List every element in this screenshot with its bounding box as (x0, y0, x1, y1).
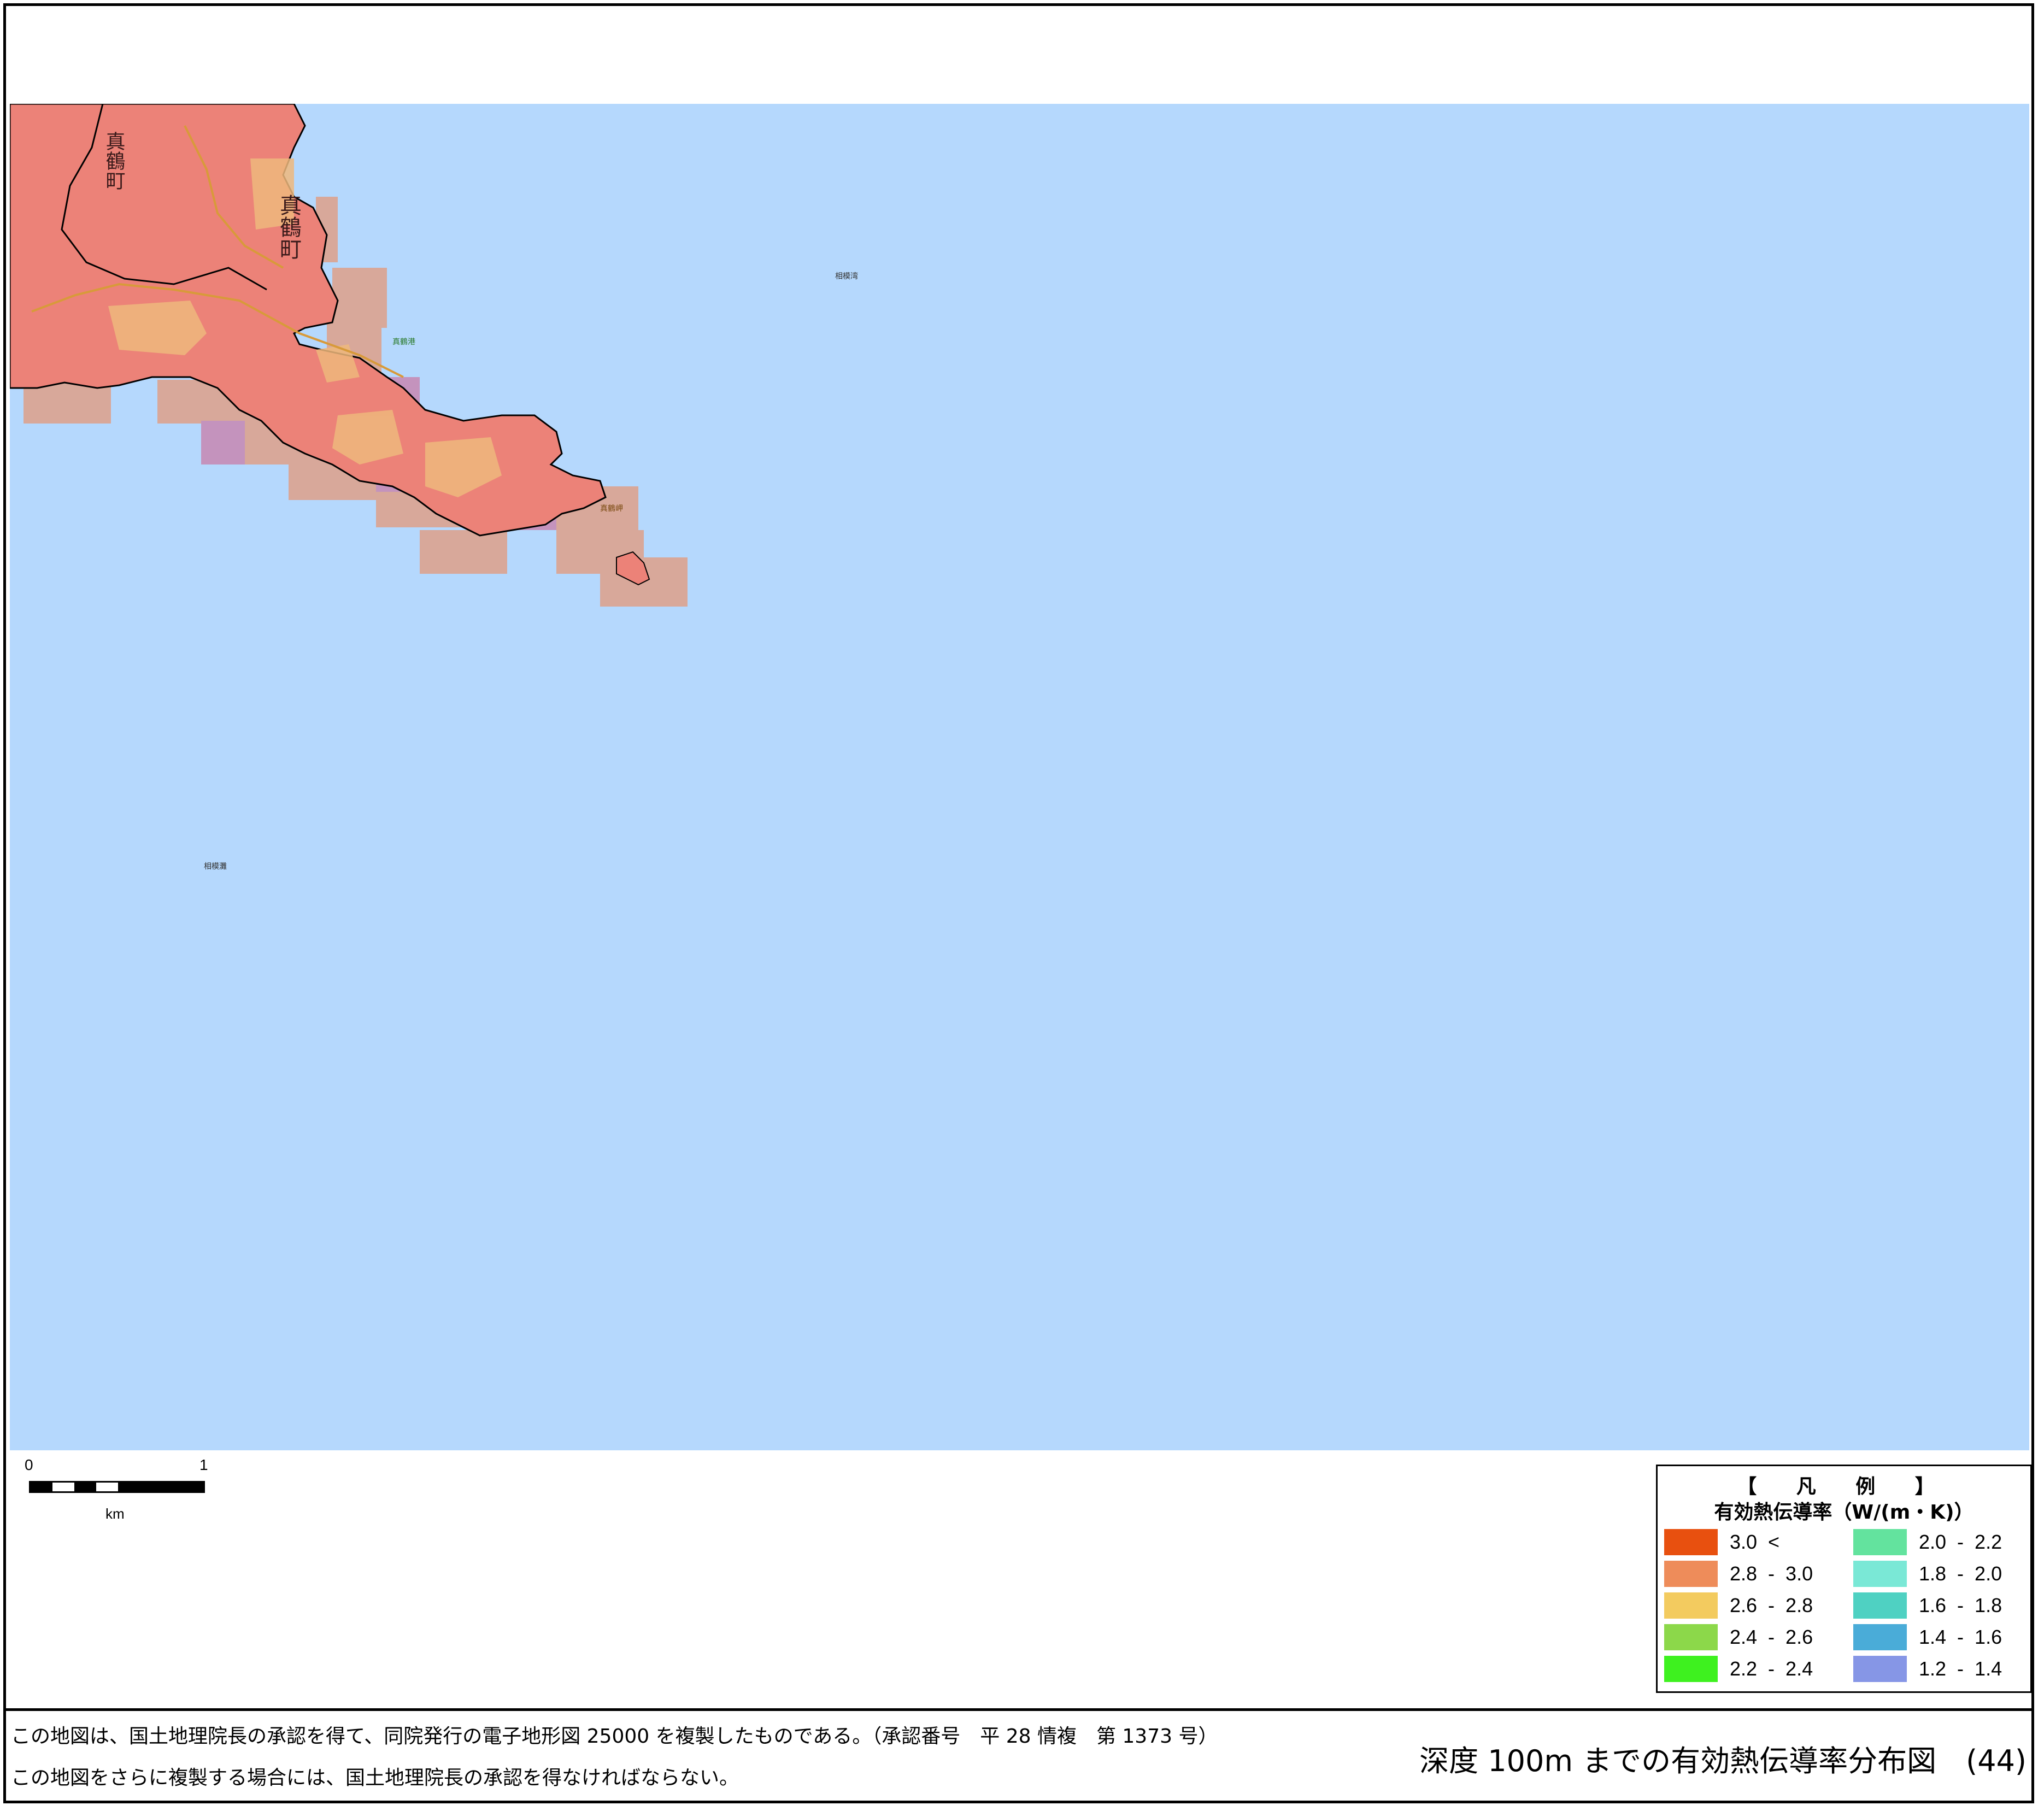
scale-tick-start: 0 (25, 1456, 33, 1473)
footer-divider (3, 1708, 2034, 1711)
bay-label: 相模湾 (835, 272, 858, 281)
grid-cell (420, 530, 507, 574)
legend-item: 1.8 - 2.0 (1853, 1558, 2002, 1590)
legend-label: 1.8 - 2.0 (1919, 1562, 2002, 1585)
legend-label: 2.8 - 3.0 (1730, 1562, 1813, 1585)
legend-label: 1.6 - 1.8 (1919, 1594, 2002, 1616)
legend-swatch (1664, 1561, 1718, 1587)
legend: 【 凡 例 】 有効熱伝導率（W/(m・K)） 3.0 < 2.8 - 3.0 2.… (1656, 1465, 2032, 1693)
legend-label: 2.4 - 2.6 (1730, 1626, 1813, 1648)
legend-label: 2.2 - 2.4 (1730, 1657, 1813, 1680)
sheet-title: 深度 100m までの有効熱伝導率分布図 (44) (1419, 1744, 2027, 1778)
legend-column-right: 2.0 - 2.2 1.8 - 2.0 1.6 - 1.8 1.4 - 1.6 1.2 … (1853, 1526, 2002, 1685)
legend-swatch (1664, 1592, 1718, 1619)
legend-item: 1.6 - 1.8 (1853, 1590, 2002, 1621)
legend-swatch (1664, 1656, 1718, 1682)
grid-cell (332, 268, 387, 328)
copyright-note-1: この地図は、国土地理院長の承認を得て、同院発行の電子地形図 25000 を複製し… (11, 1725, 1218, 1748)
scale-segment (74, 1483, 96, 1491)
legend-title: 【 凡 例 】 (1737, 1475, 1951, 1498)
legend-item: 2.6 - 2.8 (1664, 1590, 1813, 1621)
legend-item: 1.2 - 1.4 (1853, 1653, 2002, 1685)
legend-label: 1.4 - 1.6 (1919, 1626, 2002, 1648)
map-sheet: 真鶴町 真鶴町 相模湾 相模灘 真鶴港 真鶴岬 0 1 km 【 凡 例 】 有… (0, 0, 2044, 1811)
legend-swatch (1853, 1656, 1907, 1682)
scale-tick-end: 1 (199, 1456, 208, 1473)
legend-label: 1.2 - 1.4 (1919, 1657, 2002, 1680)
legend-swatch (1853, 1624, 1907, 1650)
legend-swatch (1853, 1529, 1907, 1555)
legend-item: 2.0 - 2.2 (1853, 1526, 2002, 1558)
port-label: 真鶴港 (392, 337, 415, 346)
mid-zone (108, 301, 207, 355)
legend-label: 2.0 - 2.2 (1919, 1531, 2002, 1553)
legend-swatch (1664, 1624, 1718, 1650)
legend-item: 2.8 - 3.0 (1664, 1558, 1813, 1590)
legend-item: 3.0 < (1664, 1526, 1813, 1558)
map-area: 真鶴町 真鶴町 相模湾 相模灘 真鶴港 真鶴岬 (10, 104, 2029, 1450)
scale-segment (96, 1483, 118, 1491)
scale-bar-graphic (29, 1481, 205, 1493)
scale-bar: 0 1 km (25, 1456, 210, 1522)
cape-label: 真鶴岬 (600, 504, 623, 513)
sea-label: 相模灘 (204, 862, 227, 871)
legend-swatch (1853, 1592, 1907, 1619)
legend-item: 1.4 - 1.6 (1853, 1621, 2002, 1653)
scale-segment (31, 1483, 52, 1491)
town-label-center: 真鶴町 (276, 194, 301, 260)
legend-label: 3.0 < (1730, 1531, 1780, 1553)
legend-swatch (1853, 1561, 1907, 1587)
grid-cell (201, 421, 245, 464)
scale-unit: km (105, 1506, 125, 1522)
legend-item: 2.2 - 2.4 (1664, 1653, 1813, 1685)
legend-swatch (1664, 1529, 1718, 1555)
town-label-upper: 真鶴町 (103, 131, 125, 190)
copyright-note-2: この地図をさらに複製する場合には、国土地理院長の承認を得なければならない。 (11, 1767, 739, 1789)
legend-item: 2.4 - 2.6 (1664, 1621, 1813, 1653)
map-canvas: 真鶴町 真鶴町 相模湾 相模灘 真鶴港 真鶴岬 (10, 104, 858, 871)
scale-segment (118, 1483, 203, 1491)
legend-label: 2.6 - 2.8 (1730, 1594, 1813, 1616)
scale-segment (52, 1483, 74, 1491)
legend-subtitle: 有効熱伝導率（W/(m・K)） (1714, 1501, 1974, 1524)
legend-column-left: 3.0 < 2.8 - 3.0 2.6 - 2.8 2.4 - 2.6 2.2 - 2.… (1664, 1526, 1813, 1685)
